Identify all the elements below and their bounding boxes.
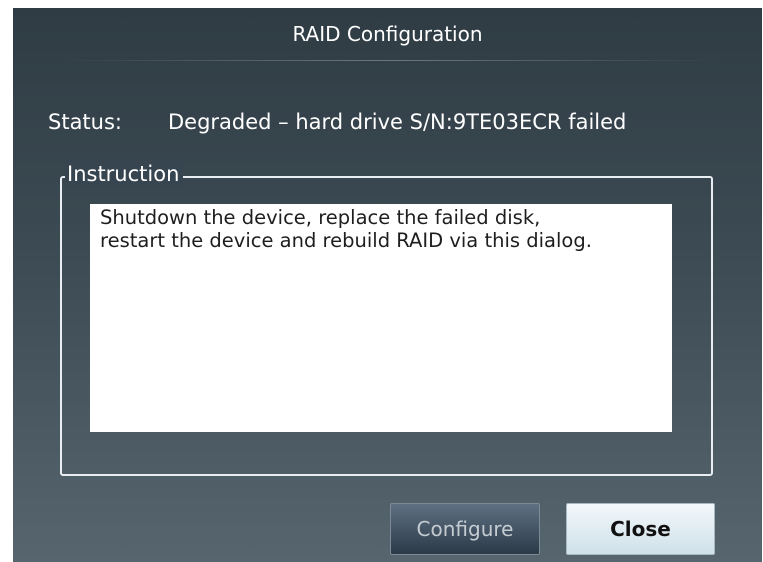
dialog-title: RAID Configuration [292,22,483,46]
title-divider [59,60,719,61]
status-label: Status: [48,110,122,134]
instruction-text-box: Shutdown the device, replace the failed … [90,204,672,432]
close-button[interactable]: Close [566,503,715,555]
instruction-line-1: Shutdown the device, replace the failed … [100,206,541,229]
instruction-legend: Instruction [65,161,184,187]
instruction-group: Instruction Shutdown the device, replace… [60,161,713,476]
raid-configuration-dialog: RAID Configuration Status: Degraded – har… [13,8,762,562]
configure-button[interactable]: Configure [390,503,540,555]
status-row: Status: Degraded – hard drive S/N:9TE03EC… [48,110,626,134]
instruction-line-2: restart the device and rebuild RAID via … [100,229,592,252]
status-value: Degraded – hard drive S/N:9TE03ECR faile… [168,110,627,134]
